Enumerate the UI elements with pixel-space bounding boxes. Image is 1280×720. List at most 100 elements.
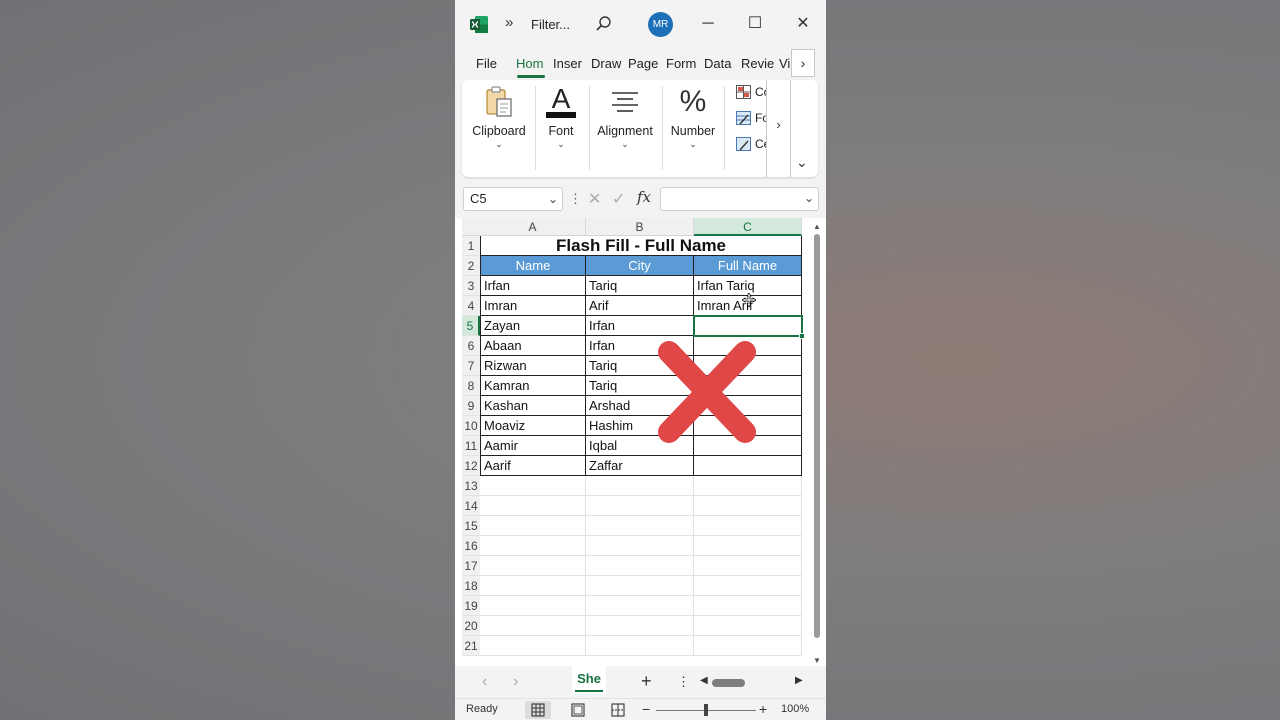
user-avatar[interactable]: MR xyxy=(648,12,673,37)
close-button[interactable]: ✕ xyxy=(792,13,814,35)
sheet-more-icon[interactable]: ⋮ xyxy=(677,674,690,690)
empty-cell[interactable] xyxy=(694,576,802,596)
alignment-group[interactable]: Alignment ⌄ xyxy=(594,84,656,150)
data-cell[interactable]: Aamir xyxy=(480,436,586,456)
normal-view-button[interactable] xyxy=(525,701,551,719)
formula-input[interactable]: ⌄ xyxy=(660,187,819,211)
zoom-in-button[interactable]: + xyxy=(759,701,767,717)
empty-cell[interactable] xyxy=(586,576,694,596)
row-header[interactable]: 9 xyxy=(462,396,480,416)
empty-cell[interactable] xyxy=(586,516,694,536)
search-icon[interactable] xyxy=(595,15,613,33)
cancel-entry-icon[interactable]: ✕ xyxy=(588,189,601,209)
more-options-icon[interactable]: ⋮ xyxy=(569,191,582,207)
zoom-out-button[interactable]: − xyxy=(642,701,650,717)
empty-cell[interactable] xyxy=(586,556,694,576)
empty-cell[interactable] xyxy=(694,636,802,656)
empty-cell[interactable] xyxy=(480,536,586,556)
data-cell[interactable]: Zayan xyxy=(480,316,586,336)
empty-cell[interactable] xyxy=(586,636,694,656)
row-header[interactable]: 14 xyxy=(462,496,480,516)
row-header[interactable]: 19 xyxy=(462,596,480,616)
data-cell[interactable]: Arif xyxy=(586,296,694,316)
add-sheet-button[interactable]: + xyxy=(641,671,652,692)
column-header-b[interactable]: B xyxy=(586,218,694,236)
page-break-view-button[interactable] xyxy=(605,701,631,719)
horizontal-scroll-thumb[interactable] xyxy=(712,679,745,687)
row-header[interactable]: 16 xyxy=(462,536,480,556)
row-header[interactable]: 20 xyxy=(462,616,480,636)
empty-cell[interactable] xyxy=(586,536,694,556)
row-header[interactable]: 5 xyxy=(462,316,480,336)
data-cell[interactable]: Irfan xyxy=(480,276,586,296)
empty-cell[interactable] xyxy=(480,596,586,616)
header-cell[interactable]: Name xyxy=(480,256,586,276)
empty-cell[interactable] xyxy=(694,496,802,516)
scroll-down-icon[interactable]: ▼ xyxy=(813,656,821,665)
page-layout-view-button[interactable] xyxy=(565,701,591,719)
data-cell[interactable]: Kashan xyxy=(480,396,586,416)
sheet-prev-icon[interactable]: ‹ xyxy=(482,673,487,691)
row-header[interactable]: 2 xyxy=(462,256,480,276)
vertical-scroll-thumb[interactable] xyxy=(814,234,820,638)
data-cell[interactable]: Irfan xyxy=(586,316,694,336)
empty-cell[interactable] xyxy=(480,476,586,496)
data-cell[interactable] xyxy=(694,316,802,336)
tab-data[interactable]: Data xyxy=(704,56,731,71)
chevron-down-icon[interactable]: ⌄ xyxy=(804,191,814,205)
data-cell[interactable]: Tariq xyxy=(586,276,694,296)
row-header[interactable]: 4 xyxy=(462,296,480,316)
data-cell[interactable] xyxy=(694,456,802,476)
tab-review[interactable]: Revie xyxy=(741,56,774,71)
font-group[interactable]: A Font ⌄ xyxy=(540,84,582,150)
row-header[interactable]: 17 xyxy=(462,556,480,576)
header-cell[interactable]: Full Name xyxy=(694,256,802,276)
header-cell[interactable]: City xyxy=(586,256,694,276)
data-cell[interactable]: Imran xyxy=(480,296,586,316)
tabs-scroll-right-button[interactable]: › xyxy=(791,49,815,77)
empty-cell[interactable] xyxy=(586,496,694,516)
tab-insert[interactable]: Inser xyxy=(553,56,582,71)
row-header[interactable]: 18 xyxy=(462,576,480,596)
empty-cell[interactable] xyxy=(480,556,586,576)
vertical-scrollbar[interactable]: ▲ ▼ xyxy=(811,218,823,666)
document-title[interactable]: Filter... xyxy=(531,17,570,32)
row-header[interactable]: 8 xyxy=(462,376,480,396)
ribbon-expand-icon[interactable]: ⌄ xyxy=(796,154,808,171)
empty-cell[interactable] xyxy=(694,556,802,576)
column-header-a[interactable]: A xyxy=(480,218,586,236)
scroll-left-icon[interactable]: ◀ xyxy=(700,675,708,686)
empty-cell[interactable] xyxy=(586,596,694,616)
sheet-title-cell[interactable]: Flash Fill - Full Name xyxy=(480,236,802,256)
row-header[interactable]: 12 xyxy=(462,456,480,476)
empty-cell[interactable] xyxy=(480,576,586,596)
column-header-c[interactable]: C xyxy=(694,218,802,236)
number-group[interactable]: % Number ⌄ xyxy=(667,84,719,150)
empty-cell[interactable] xyxy=(480,616,586,636)
empty-cell[interactable] xyxy=(480,496,586,516)
data-cell[interactable]: Moaviz xyxy=(480,416,586,436)
data-cell[interactable]: Zaffar xyxy=(586,456,694,476)
tab-draw[interactable]: Draw xyxy=(591,56,621,71)
row-header[interactable]: 15 xyxy=(462,516,480,536)
format-as-table-button[interactable]: Fo xyxy=(736,111,769,125)
row-header[interactable]: 10 xyxy=(462,416,480,436)
clipboard-group[interactable]: Clipboard ⌄ xyxy=(471,84,527,150)
empty-cell[interactable] xyxy=(694,476,802,496)
row-header[interactable]: 13 xyxy=(462,476,480,496)
empty-cell[interactable] xyxy=(586,616,694,636)
row-header[interactable]: 3 xyxy=(462,276,480,296)
row-header[interactable]: 1 xyxy=(462,236,480,256)
fill-handle[interactable] xyxy=(799,333,805,339)
data-cell[interactable]: Abaan xyxy=(480,336,586,356)
empty-cell[interactable] xyxy=(694,516,802,536)
tab-home[interactable]: Hom xyxy=(516,56,543,71)
name-box[interactable]: C5 ⌄ xyxy=(463,187,563,211)
tab-page-layout[interactable]: Page xyxy=(628,56,658,71)
tab-formulas[interactable]: Form xyxy=(666,56,696,71)
sheet-next-icon[interactable]: › xyxy=(513,673,518,691)
empty-cell[interactable] xyxy=(480,516,586,536)
minimize-button[interactable]: ─ xyxy=(697,13,719,35)
spreadsheet-grid[interactable]: A B C 1 Flash Fill - Full Name 2 Name City Fu… xyxy=(455,218,826,666)
empty-cell[interactable] xyxy=(694,536,802,556)
